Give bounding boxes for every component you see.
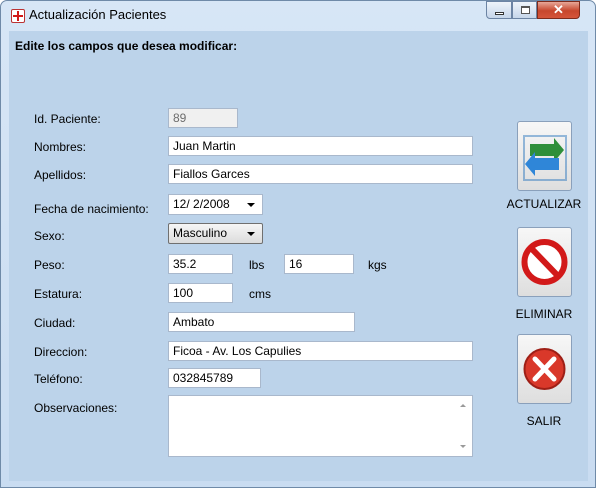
nombres-label: Nombres: [34, 140, 87, 154]
ciudad-label: Ciudad: [34, 316, 76, 330]
minimize-icon [495, 12, 504, 15]
estatura-field[interactable]: 100 [168, 283, 233, 303]
estatura-unit: cms [249, 287, 271, 301]
actualizar-label: ACTUALIZAR [506, 197, 582, 211]
estatura-label: Estatura: [34, 287, 83, 301]
peso-kgs-unit: kgs [368, 258, 387, 272]
chevron-down-icon [247, 203, 255, 207]
fecha-value: 12/ 2/2008 [173, 197, 230, 211]
apellidos-label: Apellidos: [34, 168, 87, 182]
observaciones-field[interactable] [168, 395, 473, 457]
maximize-button[interactable] [512, 1, 537, 19]
salir-button[interactable] [517, 334, 572, 404]
close-icon: ✕ [553, 2, 564, 17]
telefono-label: Teléfono: [34, 372, 83, 386]
red-cross-icon [11, 9, 25, 23]
eliminar-label: ELIMINAR [515, 307, 573, 321]
red-x-icon [523, 348, 566, 390]
sexo-value: Masculino [173, 226, 228, 240]
scroll-down-icon[interactable] [460, 445, 466, 448]
peso-lbs-field[interactable]: 35.2 [168, 254, 233, 274]
maximize-icon [521, 6, 530, 14]
peso-kgs-field[interactable]: 16 [284, 254, 354, 274]
prohibited-icon [521, 239, 568, 285]
window-title: Actualización Pacientes [29, 7, 167, 22]
apellidos-field[interactable]: Fiallos Garces [168, 164, 473, 184]
ciudad-field[interactable]: Ambato [168, 312, 355, 332]
direccion-field[interactable]: Ficoa - Av. Los Capulies [168, 341, 473, 361]
sexo-label: Sexo: [34, 229, 65, 243]
title-bar[interactable]: Actualización Pacientes ✕ [1, 1, 595, 29]
id-field: 89 [168, 108, 238, 128]
observaciones-label: Observaciones: [34, 401, 118, 415]
actualizar-button[interactable] [517, 121, 572, 191]
fecha-picker[interactable]: 12/ 2/2008 [168, 194, 263, 215]
eliminar-button[interactable] [517, 227, 572, 297]
id-label: Id. Paciente: [34, 112, 101, 126]
fecha-label: Fecha de nacimiento: [34, 202, 149, 216]
direccion-label: Direccion: [34, 345, 88, 359]
salir-label: SALIR [526, 414, 562, 428]
chevron-down-icon [247, 232, 255, 236]
form-heading: Edite los campos que desea modificar: [15, 39, 238, 53]
close-button[interactable]: ✕ [537, 1, 580, 19]
peso-label: Peso: [34, 258, 65, 272]
sexo-select[interactable]: Masculino [168, 223, 263, 244]
telefono-field[interactable]: 032845789 [168, 368, 261, 388]
nombres-field[interactable]: Juan Martin [168, 136, 473, 156]
peso-lbs-unit: lbs [249, 258, 265, 272]
window: Actualización Pacientes ✕ Edite los camp… [0, 0, 596, 488]
minimize-button[interactable] [486, 1, 512, 19]
scroll-up-icon[interactable] [460, 404, 466, 407]
refresh-arrows-icon [523, 135, 567, 181]
